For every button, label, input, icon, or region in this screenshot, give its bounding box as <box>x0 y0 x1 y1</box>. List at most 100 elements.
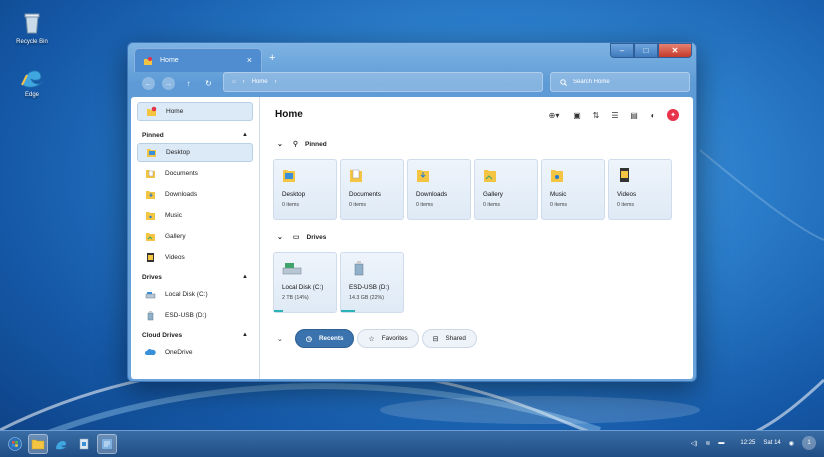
sidebar-item-label: OneDrive <box>165 349 193 356</box>
sidebar-section-drives[interactable]: Drives ▲ <box>137 269 253 285</box>
paste-button[interactable]: ▣ <box>572 110 582 120</box>
content-area: Home Pinned ▲ Desktop Documents Download… <box>131 97 693 379</box>
taskbar-files-app[interactable] <box>97 434 117 454</box>
system-tray: ◁) ≋ ▬ 12:25 Sat 14 ◉ 1 <box>691 436 816 450</box>
card-subtitle: 0 items <box>617 202 635 208</box>
search-box[interactable] <box>550 72 690 92</box>
card-downloads[interactable]: Downloads 0 items <box>407 159 471 220</box>
breadcrumb-chevron[interactable]: › <box>275 79 277 85</box>
sidebar-section-cloud[interactable]: Cloud Drives ▲ <box>137 327 253 343</box>
videos-folder-icon <box>147 253 154 262</box>
recents-tab[interactable]: ◷ Recents <box>294 329 355 348</box>
wifi-icon[interactable]: ≋ <box>705 440 710 447</box>
minimize-button[interactable]: – <box>610 43 634 58</box>
sidebar-section-pinned[interactable]: Pinned ▲ <box>137 127 253 143</box>
sidebar-item-music[interactable]: Music <box>137 206 253 225</box>
card-name: Desktop <box>282 191 306 198</box>
chevron-down-icon[interactable]: ⌄ <box>277 335 283 343</box>
sidebar-item-videos[interactable]: Videos <box>137 248 253 267</box>
battery-icon[interactable]: ▬ <box>718 440 724 446</box>
clock-date[interactable]: Sat 14 <box>763 440 780 446</box>
chevron-down-icon[interactable]: ⌄ <box>277 140 283 148</box>
drive-cards: Local Disk (C:) 2 TB (14%) ESD-USB (D:) … <box>273 252 404 313</box>
file-tabs: ⌄ ◷ Recents ☆ Favorites ⊟ Shared <box>277 329 477 348</box>
layout-button[interactable]: ☰ <box>610 110 620 120</box>
card-subtitle: 0 items <box>550 202 568 208</box>
theme-button[interactable]: ◐ <box>648 110 658 120</box>
address-bar[interactable]: ⌂ › Home › <box>223 72 543 92</box>
tab-close-button[interactable]: × <box>247 55 252 65</box>
forward-button[interactable]: → <box>162 77 175 90</box>
status-center-button[interactable]: ✦ <box>667 109 679 121</box>
breadcrumb-home[interactable]: Home <box>252 79 268 85</box>
sidebar-item-downloads[interactable]: Downloads <box>137 185 253 204</box>
onedrive-cloud-icon <box>145 349 156 355</box>
card-local-disk[interactable]: Local Disk (C:) 2 TB (14%) <box>273 252 337 313</box>
close-button[interactable]: ✕ <box>658 43 692 58</box>
shared-icon: ⊟ <box>432 335 439 343</box>
chevron-up-icon[interactable]: ▲ <box>242 274 248 280</box>
sidebar-item-desktop[interactable]: Desktop <box>137 143 253 162</box>
tab-home[interactable]: Home × <box>134 48 262 72</box>
taskbar-file-explorer[interactable] <box>28 434 48 454</box>
windows-logo-icon <box>8 437 22 451</box>
preview-pane-button[interactable]: ▤ <box>629 110 639 120</box>
edge-label: Edge <box>24 92 39 98</box>
documents-folder-icon <box>350 169 362 182</box>
sidebar-item-onedrive[interactable]: OneDrive <box>137 343 253 362</box>
color-wheel-icon[interactable]: ◉ <box>789 440 794 447</box>
sidebar-item-usb-drive[interactable]: ESD-USB (D:) <box>137 306 253 325</box>
chevron-down-icon[interactable]: ⌄ <box>277 233 283 241</box>
taskbar-app[interactable] <box>74 434 94 454</box>
shared-tab[interactable]: ⊟ Shared <box>421 329 477 348</box>
sidebar-item-home[interactable]: Home <box>137 102 253 121</box>
sidebar-item-label: Documents <box>165 170 198 177</box>
card-music[interactable]: Music 0 items <box>541 159 605 220</box>
card-gallery[interactable]: Gallery 0 items <box>474 159 538 220</box>
new-item-button[interactable]: ⊕▾ <box>545 110 563 120</box>
search-input[interactable] <box>573 79 683 85</box>
maximize-button[interactable]: □ <box>634 43 658 58</box>
sidebar-item-local-disk[interactable]: Local Disk (C:) <box>137 285 253 304</box>
back-button[interactable]: ← <box>142 77 155 90</box>
new-tab-button[interactable]: + <box>269 52 275 64</box>
volume-icon[interactable]: ◁) <box>691 440 698 447</box>
notification-badge[interactable]: 1 <box>802 436 816 450</box>
start-button[interactable] <box>5 434 25 454</box>
desktop-icon-recycle-bin[interactable]: Recycle Bin <box>7 10 57 45</box>
add-circle-icon: ⊕▾ <box>548 110 560 120</box>
card-subtitle: 0 items <box>349 202 367 208</box>
pinned-section-header[interactable]: ⌄ ⚲ Pinned <box>277 140 327 149</box>
card-desktop[interactable]: Desktop 0 items <box>273 159 337 220</box>
refresh-button[interactable]: ↻ <box>202 77 215 90</box>
videos-folder-icon <box>620 168 629 182</box>
card-subtitle: 0 items <box>416 202 434 208</box>
palette-icon: ◐ <box>650 110 656 120</box>
favorites-tab[interactable]: ☆ Favorites <box>357 329 419 348</box>
taskbar: ◁) ≋ ▬ 12:25 Sat 14 ◉ 1 <box>0 430 824 457</box>
taskbar-edge[interactable] <box>51 434 71 454</box>
card-documents[interactable]: Documents 0 items <box>340 159 404 220</box>
sidebar-item-gallery[interactable]: Gallery <box>137 227 253 246</box>
card-name: Documents <box>349 191 381 198</box>
pinned-cards: Desktop 0 items Documents 0 items Downlo… <box>273 159 672 220</box>
desktop-icon-edge[interactable]: Edge <box>7 63 57 98</box>
shared-label: Shared <box>445 335 466 342</box>
sort-button[interactable]: ⇅ <box>591 110 601 120</box>
drives-section-header[interactable]: ⌄ ▭ Drives <box>277 233 326 242</box>
clock-time[interactable]: 12:25 <box>740 440 755 446</box>
card-usb-drive[interactable]: ESD-USB (D:) 14.3 GB (22%) <box>340 252 404 313</box>
sidebar-item-documents[interactable]: Documents <box>137 164 253 183</box>
sidebar-item-label: Gallery <box>165 233 186 240</box>
chevron-up-icon[interactable]: ▲ <box>242 132 248 138</box>
up-button[interactable]: ↑ <box>182 77 195 90</box>
hard-drive-icon <box>145 292 156 299</box>
files-app-icon <box>102 439 112 449</box>
card-videos[interactable]: Videos 0 items <box>608 159 672 220</box>
main-pane: Home ⊕▾ ▣ ⇅ ☰ ▤ ◐ ✦ ⌄ ⚲ Pinned Desktop 0… <box>261 97 693 379</box>
card-name: Local Disk (C:) <box>282 284 324 291</box>
card-subtitle: 0 items <box>282 202 300 208</box>
preview-icon: ▤ <box>630 110 638 120</box>
sidebar-item-label: Downloads <box>165 191 198 198</box>
chevron-up-icon[interactable]: ▲ <box>242 332 248 338</box>
